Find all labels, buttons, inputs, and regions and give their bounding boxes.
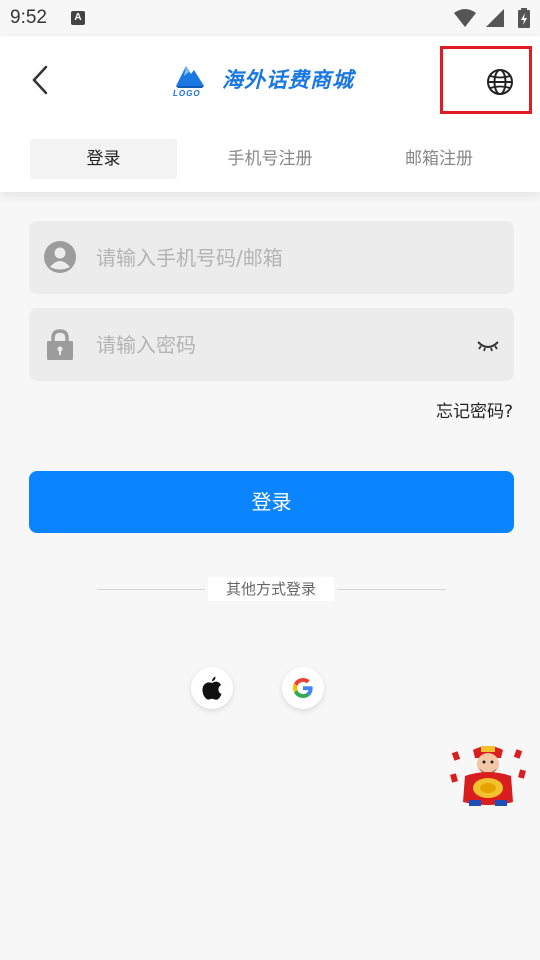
status-bar: 9:52 A xyxy=(0,0,540,36)
apple-icon xyxy=(202,676,222,700)
app-logo: LOGO 海外话费商城 xyxy=(172,58,354,100)
floating-mascot[interactable] xyxy=(449,744,527,808)
auth-tabs: 登录 手机号注册 邮箱注册 xyxy=(0,139,540,179)
eye-closed-icon[interactable] xyxy=(476,335,500,355)
logo-mark: LOGO xyxy=(172,60,208,98)
divider-right xyxy=(337,589,446,590)
app-title: 海外话费商城 xyxy=(222,68,354,92)
tab-login[interactable]: 登录 xyxy=(30,139,177,179)
mountain-logo-icon xyxy=(176,66,204,88)
status-time: 9:52 xyxy=(10,7,47,28)
login-button[interactable]: 登录 xyxy=(29,471,514,533)
chevron-left-icon xyxy=(32,65,48,95)
header-card: LOGO 海外话费商城 登录 手机号注册 邮箱注册 xyxy=(0,36,540,192)
apple-login-button[interactable] xyxy=(191,667,233,709)
forgot-password-link[interactable]: 忘记密码? xyxy=(436,397,513,422)
battery-charging-icon xyxy=(518,8,530,28)
tab-email-register[interactable]: 邮箱注册 xyxy=(365,139,513,179)
globe-icon xyxy=(487,69,513,95)
password-input[interactable] xyxy=(96,308,476,381)
logo-small-text: LOGO xyxy=(173,89,201,98)
google-icon xyxy=(293,678,313,698)
divider-left xyxy=(97,589,205,590)
account-input[interactable] xyxy=(96,221,476,294)
password-field xyxy=(29,308,514,381)
god-of-wealth-mascot-icon xyxy=(450,746,526,806)
account-field xyxy=(29,221,514,294)
lock-icon xyxy=(47,329,73,360)
tab-phone-register[interactable]: 手机号注册 xyxy=(196,139,344,179)
wifi-icon xyxy=(453,9,476,27)
signal-icon xyxy=(485,9,504,27)
language-button[interactable] xyxy=(484,66,516,98)
user-icon xyxy=(44,241,76,273)
back-button[interactable] xyxy=(24,60,56,100)
status-icons xyxy=(453,8,530,28)
notification-a-icon: A xyxy=(71,11,85,25)
google-login-button[interactable] xyxy=(282,667,324,709)
other-login-label: 其他方式登录 xyxy=(208,577,334,601)
